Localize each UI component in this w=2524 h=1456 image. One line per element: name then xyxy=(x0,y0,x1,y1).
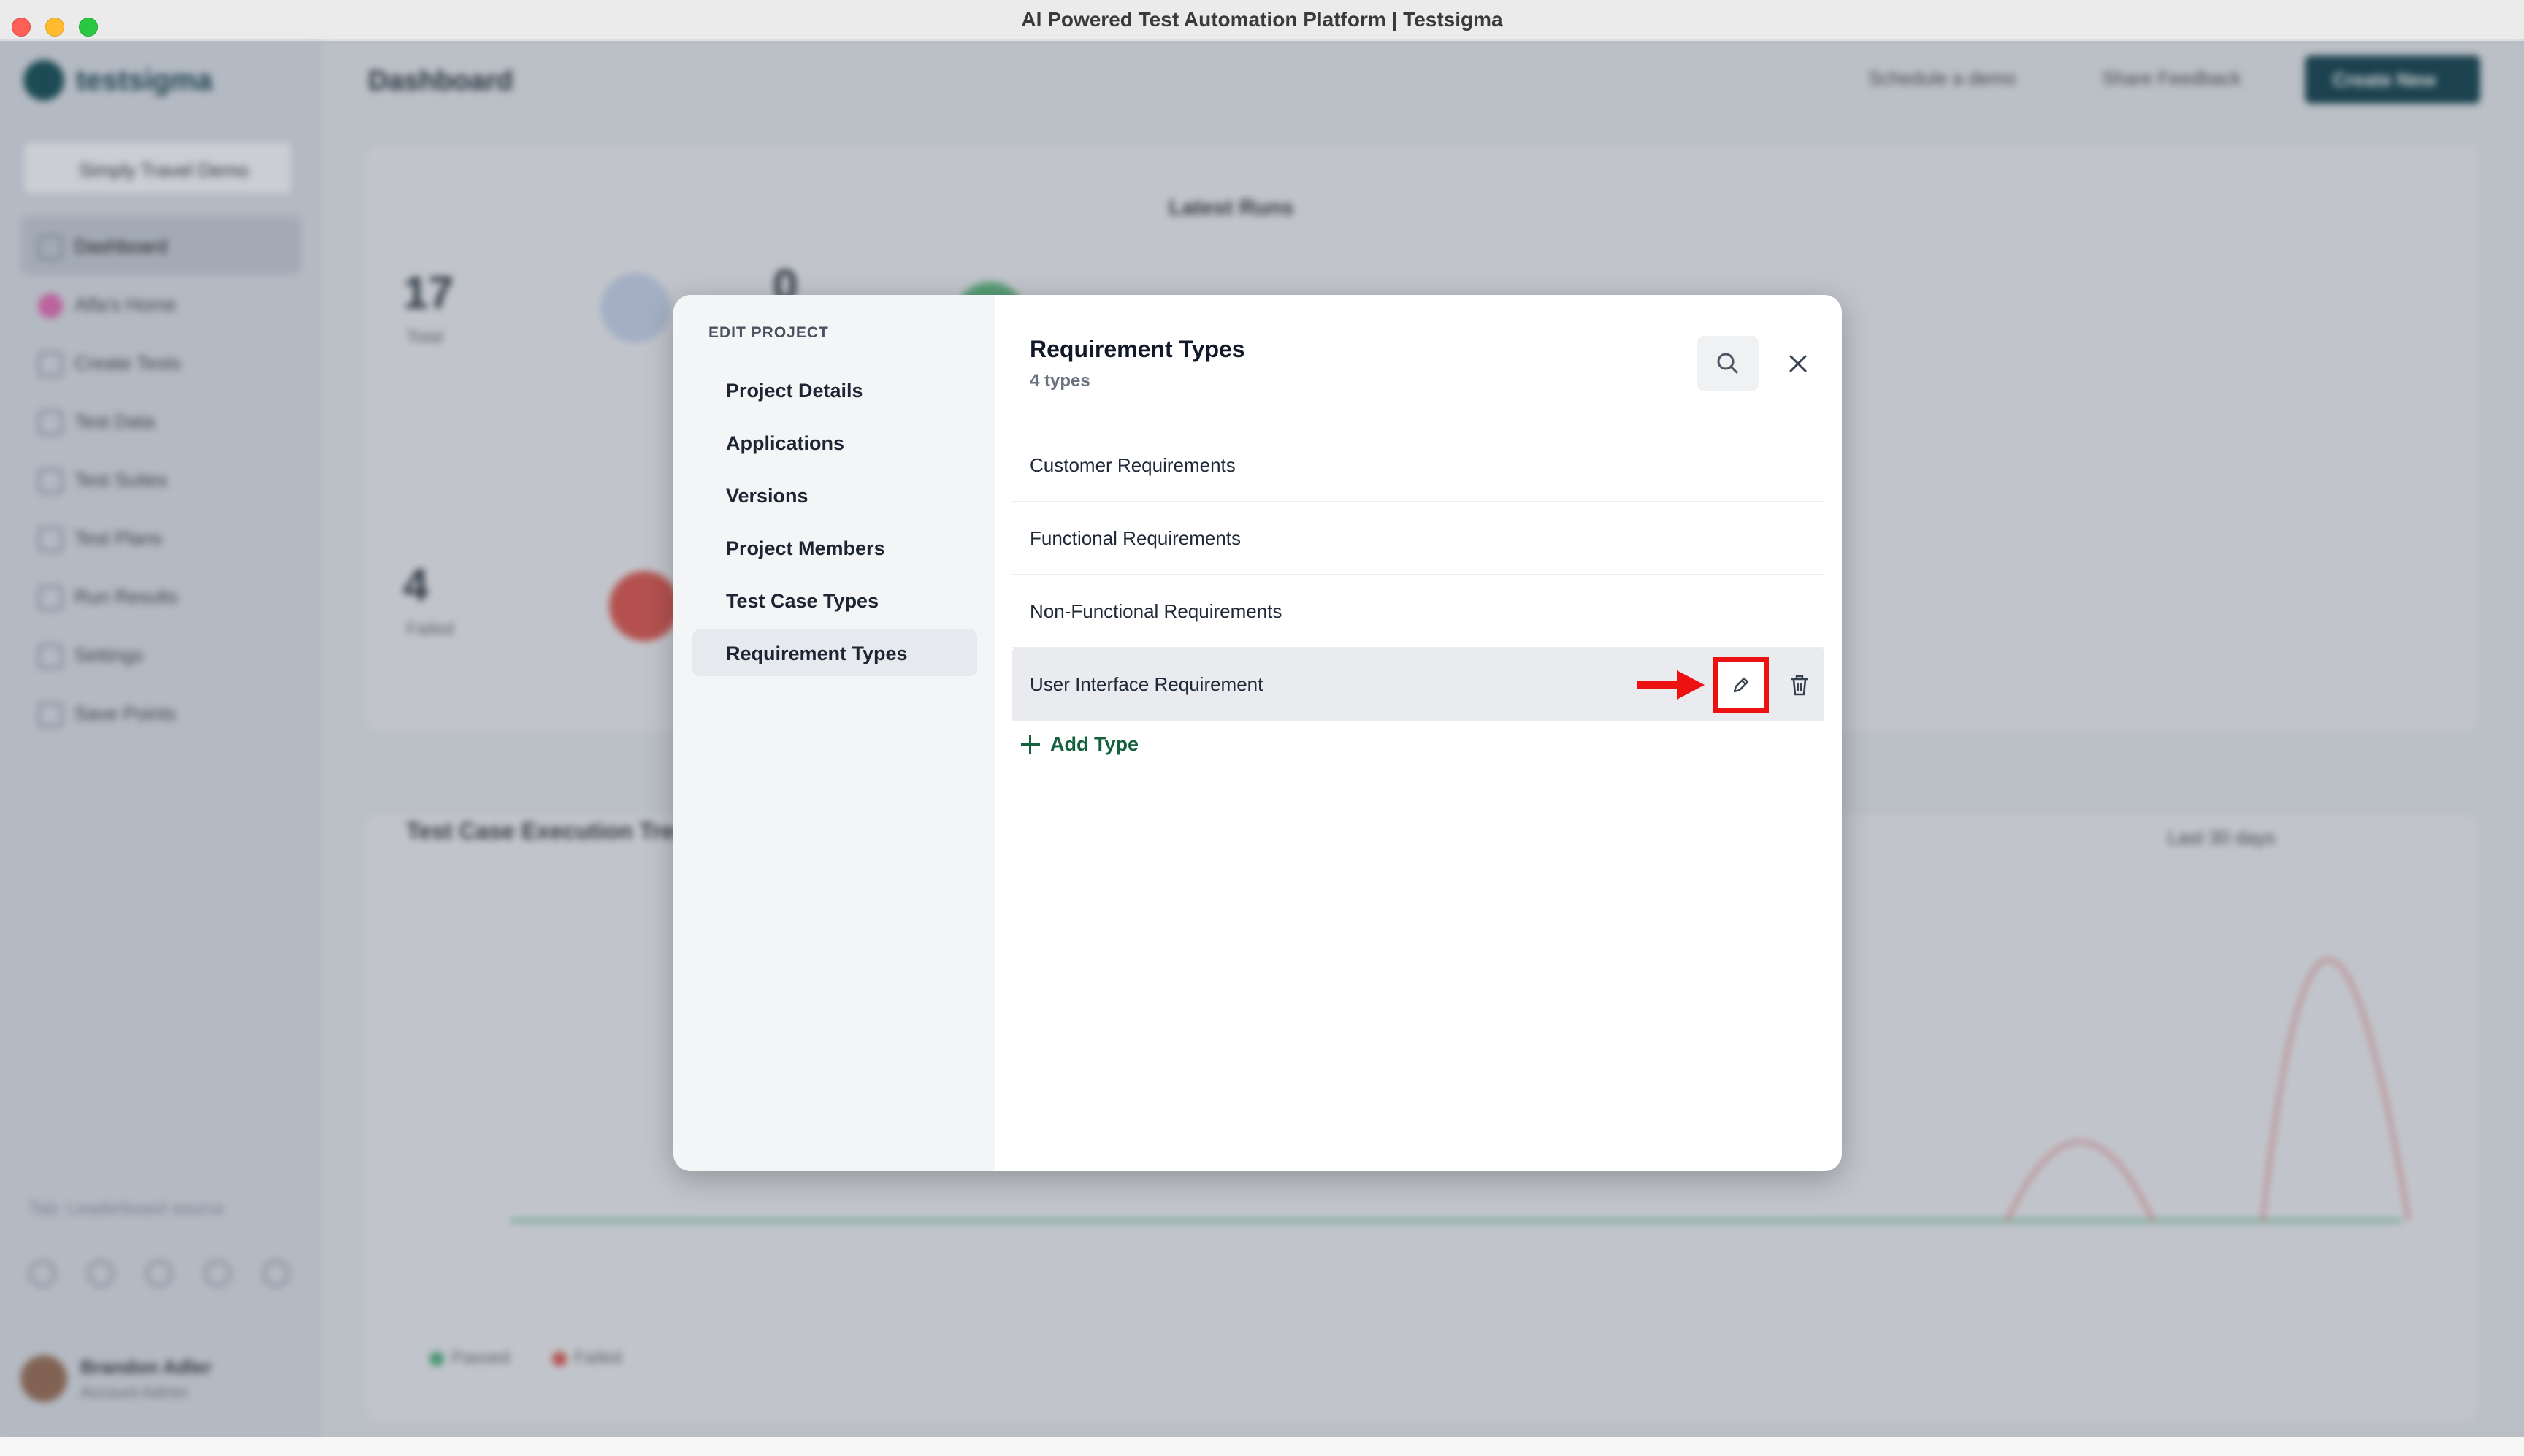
window-title: AI Powered Test Automation Platform | Te… xyxy=(1021,8,1503,31)
types-count: 4 types xyxy=(1030,371,1090,391)
type-label: Functional Requirements xyxy=(1030,527,1242,549)
list-item[interactable]: User Interface Requirement xyxy=(1012,648,1824,721)
plus-icon xyxy=(1021,735,1040,754)
type-label: Non-Functional Requirements xyxy=(1030,600,1282,622)
panel-title: Requirement Types xyxy=(1030,336,1245,362)
annotation-arrow-icon xyxy=(1637,670,1705,700)
type-label: Customer Requirements xyxy=(1030,454,1236,476)
search-button[interactable] xyxy=(1697,336,1759,391)
add-type-button[interactable]: Add Type xyxy=(1021,733,1139,756)
type-label: User Interface Requirement xyxy=(1030,673,1263,695)
add-type-label: Add Type xyxy=(1050,733,1139,755)
edit-type-button[interactable] xyxy=(1713,657,1769,713)
modal-nav-requirement-types[interactable]: Requirement Types xyxy=(692,629,977,676)
window-titlebar: AI Powered Test Automation Platform | Te… xyxy=(0,0,2524,41)
window-bottom-edge xyxy=(0,1437,2524,1456)
search-icon xyxy=(1717,353,1738,374)
list-item[interactable]: Functional Requirements xyxy=(1012,502,1824,575)
close-icon xyxy=(1789,355,1807,372)
requirement-types-list: Customer Requirements Functional Require… xyxy=(1012,429,1824,721)
pencil-icon xyxy=(1733,677,1749,693)
list-item[interactable]: Non-Functional Requirements xyxy=(1012,575,1824,648)
modal-nav-project-members[interactable]: Project Members xyxy=(692,524,977,571)
trash-icon[interactable] xyxy=(1788,673,1811,698)
list-item[interactable]: Customer Requirements xyxy=(1012,429,1824,502)
modal-nav-list: Project Details Applications Versions Pr… xyxy=(692,367,977,682)
zoom-window-button[interactable] xyxy=(78,18,98,37)
close-window-button[interactable] xyxy=(12,18,31,37)
modal-nav-test-case-types[interactable]: Test Case Types xyxy=(692,577,977,624)
modal-nav-project-details[interactable]: Project Details xyxy=(692,367,977,413)
modal-nav-heading: EDIT PROJECT xyxy=(708,324,829,341)
modal-nav: EDIT PROJECT Project Details Application… xyxy=(673,295,995,1171)
edit-project-modal: EDIT PROJECT Project Details Application… xyxy=(673,295,1842,1171)
close-button[interactable] xyxy=(1776,342,1820,386)
modal-nav-versions[interactable]: Versions xyxy=(692,472,977,518)
minimize-window-button[interactable] xyxy=(45,18,64,37)
modal-nav-applications[interactable]: Applications xyxy=(692,419,977,466)
requirement-types-panel: Requirement Types 4 types Customer Requi… xyxy=(995,295,1842,1171)
